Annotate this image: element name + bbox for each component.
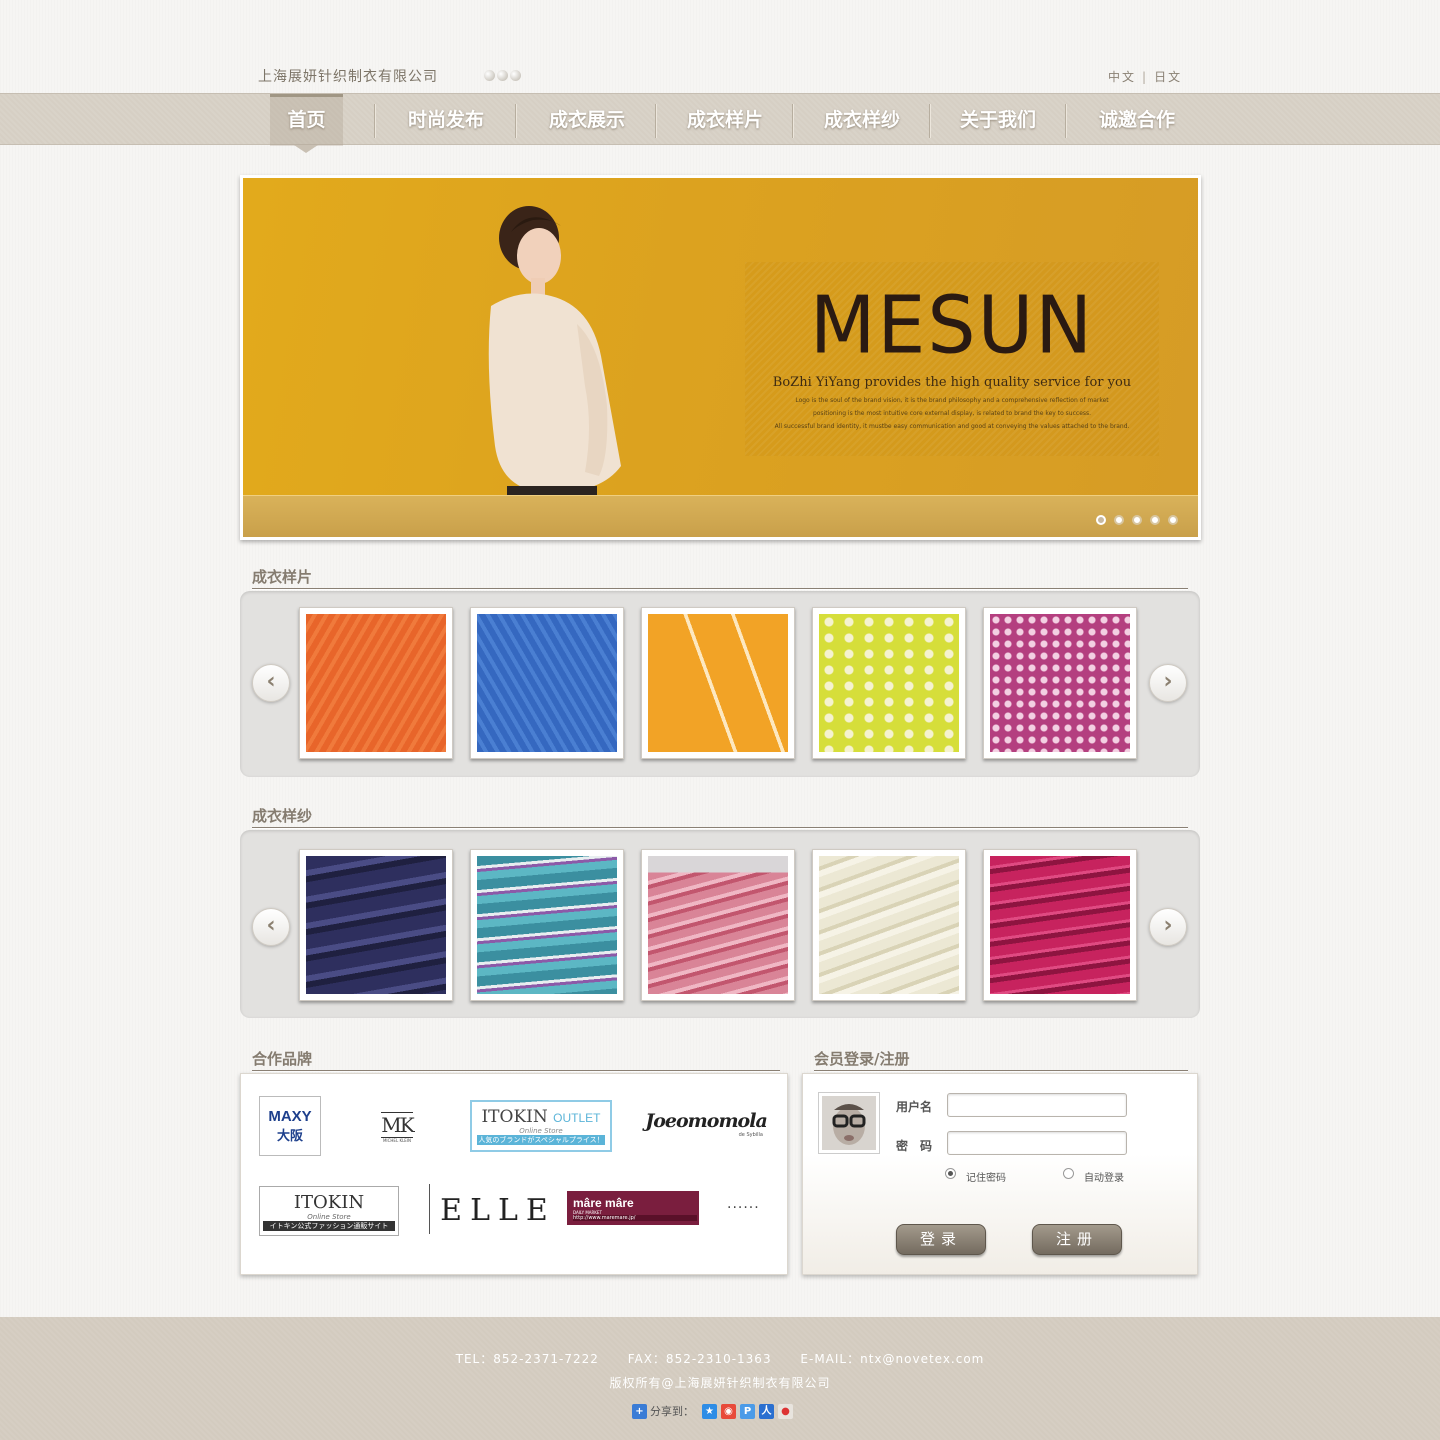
sample-thumb-4[interactable]: [812, 607, 966, 759]
samples-section-title: 成衣样片: [252, 568, 313, 586]
nav-garment-yarns[interactable]: 成衣样纱: [794, 94, 930, 146]
yarns-section-title: 成衣样纱: [252, 807, 313, 825]
slide-dot-3[interactable]: [1132, 515, 1142, 525]
yarn-thumb-2[interactable]: [470, 849, 624, 1001]
nav-garment-showcase[interactable]: 成衣展示: [517, 94, 657, 146]
register-button[interactable]: 注册: [1032, 1224, 1122, 1255]
yarn-thumb-5[interactable]: [983, 849, 1137, 1001]
brand-description: Logo is the soul of the brand vision, it…: [774, 397, 1130, 430]
login-section-line: [814, 1070, 1188, 1072]
samples-section-line: [252, 588, 1188, 590]
brands-more[interactable]: ......: [727, 1196, 760, 1212]
slide-indicators: [1096, 515, 1178, 525]
samples-next-button[interactable]: ›: [1149, 664, 1187, 702]
brand-divider: [429, 1184, 430, 1234]
footer-fax: FAX：852-2310-1363: [627, 1352, 772, 1366]
brands-section-title: 合作品牌: [252, 1050, 313, 1068]
lang-japanese-link[interactable]: 日文: [1154, 70, 1182, 84]
footer-email[interactable]: E-MAIL：ntx@novetex.com: [800, 1352, 984, 1366]
hero-banner[interactable]: MESUN BoZhi YiYang provides the high qua…: [240, 175, 1201, 540]
slide-dot-1[interactable]: [1096, 515, 1106, 525]
share-qzone-icon[interactable]: ★: [702, 1403, 717, 1419]
password-label: 密 码: [896, 1139, 933, 1153]
share-bar: + 分享到： ★ ◉ P 人 ●: [632, 1403, 793, 1419]
brands-section-line: [252, 1070, 780, 1072]
sample-thumb-1[interactable]: [299, 607, 453, 759]
yarns-section-line: [252, 827, 1188, 829]
nav-active-pointer: [294, 145, 318, 153]
share-label: 分享到：: [650, 1405, 694, 1418]
remember-password-radio[interactable]: [945, 1168, 956, 1179]
brand-logo-michel-klein[interactable]: MK MICHEL KLEIN: [369, 1100, 425, 1154]
auto-login-radio[interactable]: [1063, 1168, 1074, 1179]
lang-separator: |: [1142, 70, 1149, 84]
footer-contact: TEL：852-2371-7222 FAX：852-2310-1363 E-MA…: [0, 1350, 1440, 1367]
nav-about-us[interactable]: 关于我们: [931, 94, 1065, 146]
brand-logo-elle[interactable]: ELLE: [440, 1190, 548, 1230]
brands-panel: MAXY 大阪 MK MICHEL KLEIN ITOKIN OUTLET On…: [240, 1073, 788, 1275]
avatar-icon: [822, 1096, 876, 1150]
avatar: [818, 1092, 880, 1154]
login-button[interactable]: 登录: [896, 1224, 986, 1255]
password-input[interactable]: [947, 1131, 1127, 1155]
footer: TEL：852-2371-7222 FAX：852-2310-1363 E-MA…: [0, 1317, 1440, 1440]
username-label: 用户名: [896, 1100, 933, 1114]
decorative-dots: [484, 70, 521, 81]
footer-tel: TEL：852-2371-7222: [455, 1352, 599, 1366]
footer-copyright: 版权所有@上海展妍针织制衣有限公司: [609, 1376, 831, 1390]
brand-logo-itokin-outlet[interactable]: ITOKIN OUTLET Online Store 人気のブランドがスペシャル…: [470, 1100, 612, 1152]
brand-tagline: BoZhi YiYang provides the high quality s…: [772, 375, 1132, 390]
sample-thumb-2[interactable]: [470, 607, 624, 759]
brand-logo-maxy[interactable]: MAXY 大阪: [259, 1096, 321, 1156]
slide-dot-2[interactable]: [1114, 515, 1124, 525]
model-photo: [488, 206, 621, 537]
language-switch: 中文 | 日文: [1108, 68, 1182, 85]
share-plus-icon[interactable]: +: [632, 1403, 647, 1419]
yarn-thumb-4[interactable]: [812, 849, 966, 1001]
samples-prev-button[interactable]: ‹: [252, 664, 290, 702]
login-panel: 用户名 密 码 记住密码 自动登录 登录 注册: [802, 1073, 1198, 1275]
nav-home[interactable]: 首页: [270, 94, 343, 146]
share-renren-icon[interactable]: 人: [759, 1403, 774, 1419]
nav-fashion-release[interactable]: 时尚发布: [376, 94, 516, 146]
share-tencent-icon[interactable]: ●: [778, 1403, 793, 1419]
nav-garment-samples[interactable]: 成衣样片: [657, 94, 793, 146]
auto-login-label: 自动登录: [1084, 1173, 1124, 1184]
sample-thumb-5[interactable]: [983, 607, 1137, 759]
lang-chinese-link[interactable]: 中文: [1108, 70, 1136, 84]
share-pengyou-icon[interactable]: P: [740, 1403, 755, 1419]
brand-logo-mare-mare[interactable]: mâre mâre DAILY MARKET http://www.marema…: [567, 1191, 699, 1225]
share-weibo-icon[interactable]: ◉: [721, 1403, 736, 1419]
yarn-thumb-1[interactable]: [299, 849, 453, 1001]
brand-box: MESUN BoZhi YiYang provides the high qua…: [745, 262, 1159, 456]
username-input[interactable]: [947, 1093, 1127, 1117]
yarns-carousel: ‹ ›: [240, 830, 1200, 1018]
login-section-title: 会员登录/注册: [814, 1050, 910, 1068]
brand-logo-itokin-online[interactable]: ITOKIN Online Store イトキン公式ファッション通販サイト: [259, 1186, 399, 1236]
yarns-prev-button[interactable]: ‹: [252, 908, 290, 946]
nav-cooperation[interactable]: 诚邀合作: [1067, 94, 1207, 146]
sample-thumb-3[interactable]: [641, 607, 795, 759]
banner-slide: MESUN BoZhi YiYang provides the high qua…: [243, 178, 1198, 537]
slide-dot-5[interactable]: [1168, 515, 1178, 525]
banner-footer: [243, 495, 1198, 537]
remember-password-label: 记住密码: [966, 1173, 1006, 1184]
yarns-next-button[interactable]: ›: [1149, 908, 1187, 946]
slide-dot-4[interactable]: [1150, 515, 1160, 525]
brand-logo: MESUN: [809, 277, 1095, 372]
samples-carousel: ‹ ›: [240, 591, 1200, 777]
main-nav: 首页 时尚发布 成衣展示 成衣样片 成衣样纱 关于我们 诚邀合作: [0, 93, 1440, 146]
company-name: 上海展妍针织制衣有限公司: [258, 69, 438, 85]
brand-logo-joeomomola[interactable]: Joeomomola de Sybilla: [645, 1102, 768, 1146]
yarn-thumb-3[interactable]: [641, 849, 795, 1001]
